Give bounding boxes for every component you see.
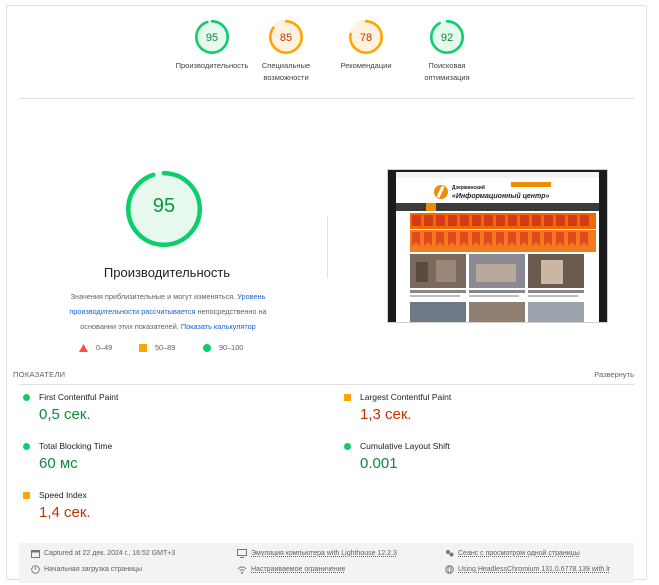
metric-name: Speed Index	[39, 490, 87, 500]
divider	[19, 384, 634, 385]
circle-icon	[344, 443, 351, 450]
gauge-score: 78	[359, 32, 373, 44]
gauge-label: Специальные возможности	[261, 61, 311, 82]
calculator-link[interactable]: Показать калькулятор	[181, 322, 256, 331]
report-frame: 95 Производительность 85 Специальные воз…	[6, 5, 647, 583]
timer-icon	[31, 565, 40, 574]
site-preview-image: Дзержинский «Информационный центр»	[396, 172, 599, 322]
footer-captured: Captured at 22 дек. 2024 г., 16:52 GMT+3	[31, 549, 175, 558]
metric-name: Total Blocking Time	[39, 441, 113, 451]
performance-score: 95	[152, 195, 176, 217]
gauge-label: Производительность	[175, 61, 249, 70]
triangle-icon	[79, 344, 88, 353]
metric-value: 1,3 сек.	[360, 406, 412, 423]
footer-initial-load: Начальная загрузка страницы	[31, 565, 142, 574]
square-icon	[139, 344, 147, 353]
metric-name: Largest Contentful Paint	[360, 392, 452, 402]
legend-pass: 90–100	[203, 343, 243, 353]
legend-fail: 0–49	[79, 343, 112, 353]
page-screenshot[interactable]: Дзержинский «Информационный центр»	[387, 169, 608, 323]
gauge-seo[interactable]: 92 Поисковая оптимизация	[405, 20, 489, 83]
runtime-settings: Captured at 22 дек. 2024 г., 16:52 GMT+3…	[19, 543, 634, 583]
footer-emulation[interactable]: Эмуляция компьютера with Lighthouse 12.2…	[237, 549, 397, 558]
metrics-heading: ПОКАЗАТЕЛИ	[13, 370, 66, 379]
gauge-performance[interactable]: 95 Производительность	[170, 20, 254, 72]
gauge-best-practices[interactable]: 78 Рекомендации	[324, 20, 408, 72]
footer-browser[interactable]: Using HeadlessChromium 131.0.6778.139 wi…	[445, 565, 610, 574]
desktop-icon	[237, 549, 247, 558]
circle-icon	[23, 394, 30, 401]
category-gauges: 95 Производительность 85 Специальные воз…	[7, 20, 646, 100]
footer-session[interactable]: Сеанс с просмотром одной страницы	[445, 549, 580, 558]
divider	[327, 216, 328, 278]
legend-average: 50–89	[139, 343, 175, 353]
gauge-label: Рекомендации	[340, 61, 392, 70]
circle-icon	[203, 344, 211, 353]
metric-value: 60 мс	[39, 455, 78, 472]
svg-text:Дзержинский: Дзержинский	[452, 184, 485, 191]
performance-description: Значения приблизительные и могут изменят…	[69, 292, 267, 331]
metric-value: 0.001	[360, 455, 398, 472]
metric-name: First Contentful Paint	[39, 392, 119, 402]
divider	[19, 98, 634, 99]
users-icon	[446, 550, 454, 557]
calendar-icon	[31, 550, 40, 558]
footer-throttling[interactable]: Настраиваемое ограничение	[237, 565, 346, 574]
circle-icon	[23, 443, 30, 450]
metric-value: 0,5 сек.	[39, 406, 91, 423]
metric-value: 1,4 сек.	[39, 504, 91, 521]
gauge-score: 92	[440, 32, 454, 44]
square-icon	[23, 492, 30, 499]
gauge-score: 95	[205, 32, 219, 44]
expand-button[interactable]: Развернуть	[594, 370, 634, 379]
square-icon	[344, 394, 351, 401]
gauge-label: Поисковая оптимизация	[424, 61, 470, 82]
metric-name: Cumulative Layout Shift	[360, 441, 450, 451]
gauge-accessibility[interactable]: 85 Специальные возможности	[244, 20, 328, 83]
svg-text:«Информационный центр»: «Информационный центр»	[452, 192, 549, 200]
performance-gauge: 95	[126, 171, 202, 247]
wifi-icon	[237, 566, 247, 574]
globe-icon	[445, 565, 454, 574]
performance-title: Производительность	[103, 265, 231, 280]
gauge-score: 85	[279, 32, 293, 44]
